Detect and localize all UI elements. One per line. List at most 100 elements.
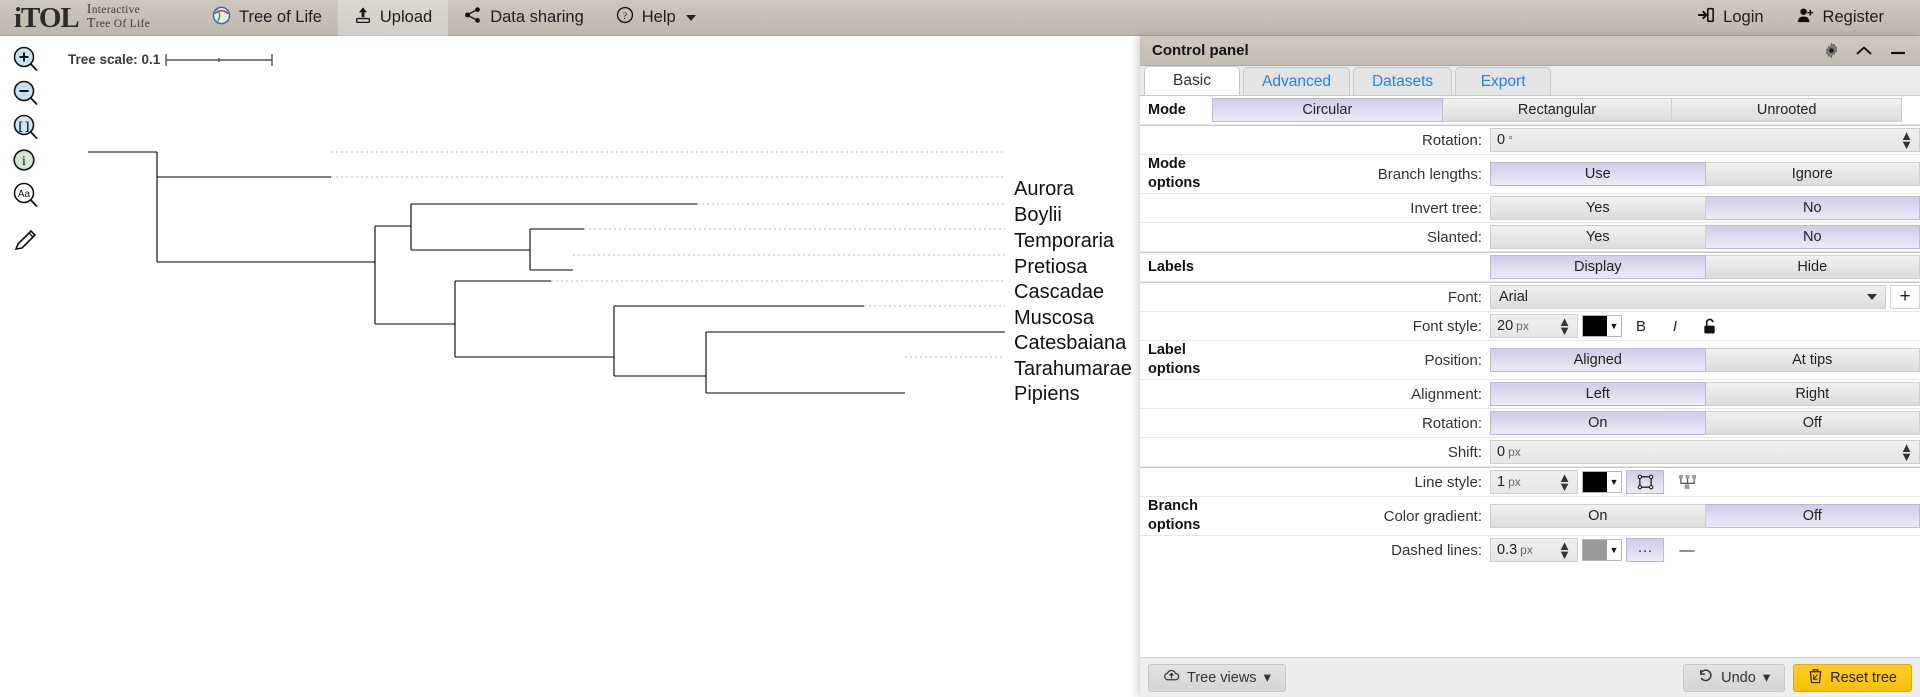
zoom-out-button[interactable] bbox=[8, 78, 44, 110]
label-font: Font: bbox=[1447, 288, 1482, 306]
edit-pencil-button[interactable] bbox=[8, 226, 44, 258]
tip-label-boylii[interactable]: Boylii bbox=[1014, 204, 1062, 227]
gear-icon[interactable] bbox=[1823, 42, 1840, 59]
font-size-value: 20 bbox=[1497, 318, 1514, 334]
label-shift: Shift: bbox=[1447, 443, 1482, 461]
label-rotation-on[interactable]: On bbox=[1490, 411, 1706, 435]
square-nodes-icon[interactable] bbox=[1626, 470, 1664, 494]
info-button[interactable]: i bbox=[8, 146, 44, 178]
line-width-input[interactable]: 1 px ▲ ▼ bbox=[1490, 470, 1578, 494]
mode-option-circular[interactable]: Circular bbox=[1212, 98, 1443, 122]
labels-display[interactable]: Display bbox=[1490, 255, 1706, 279]
line-width-stepper-icon[interactable]: ▲ ▼ bbox=[1558, 471, 1571, 493]
dashed-width-stepper-icon[interactable]: ▲ ▼ bbox=[1558, 539, 1571, 561]
itol-logo[interactable]: iTOL Interactive Tree Of Life bbox=[14, 3, 150, 33]
alignment-right[interactable]: Right bbox=[1705, 382, 1920, 406]
tab-export[interactable]: Export bbox=[1455, 67, 1552, 95]
dashed-width-value: 0.3 bbox=[1497, 542, 1518, 558]
tree-views-button[interactable]: Tree views ▾ bbox=[1148, 663, 1286, 692]
search-text-button[interactable]: Aa bbox=[8, 180, 44, 212]
labels-hide[interactable]: Hide bbox=[1705, 255, 1920, 279]
line-color-swatch[interactable]: ▼ bbox=[1582, 471, 1622, 493]
nav-item-help[interactable]: ? Help bbox=[600, 0, 712, 36]
color-gradient-on[interactable]: On bbox=[1490, 504, 1706, 528]
branch-lengths-use[interactable]: Use bbox=[1490, 162, 1706, 186]
undo-button[interactable]: Undo ▾ bbox=[1683, 663, 1786, 692]
login-label: Login bbox=[1723, 8, 1764, 26]
tip-label-muscosa[interactable]: Muscosa bbox=[1014, 307, 1094, 330]
nav-item-upload[interactable]: Upload bbox=[337, 0, 449, 36]
group-label-branch-options-line1: Branch bbox=[1148, 498, 1198, 514]
tree-svg bbox=[88, 54, 1005, 394]
italic-button[interactable]: I bbox=[1660, 314, 1690, 338]
mode-option-rectangular[interactable]: Rectangular bbox=[1442, 98, 1673, 122]
tip-label-pretiosa[interactable]: Pretiosa bbox=[1014, 256, 1087, 279]
tree-canvas[interactable]: Tree scale: 0.1 Aurora Boylii Temporaria… bbox=[0, 36, 1140, 697]
collapse-chevron-icon[interactable] bbox=[1854, 44, 1874, 58]
group-label-label-options-b bbox=[1140, 312, 1212, 340]
rotation-input[interactable]: 0 ° ▲ ▼ bbox=[1490, 128, 1920, 152]
row-slanted: Slanted: Yes No bbox=[1140, 223, 1920, 252]
dashed-width-input[interactable]: 0.3 px ▲ ▼ bbox=[1490, 538, 1578, 562]
branch-style-icon[interactable] bbox=[1668, 470, 1706, 494]
tab-advanced[interactable]: Advanced bbox=[1243, 67, 1350, 95]
branch-lengths-ignore[interactable]: Ignore bbox=[1705, 162, 1920, 186]
position-at-tips[interactable]: At tips bbox=[1705, 348, 1920, 372]
color-gradient-off[interactable]: Off bbox=[1705, 504, 1920, 528]
font-select[interactable]: Arial bbox=[1490, 285, 1886, 309]
control-panel-header-actions bbox=[1823, 42, 1908, 59]
add-font-button[interactable]: + bbox=[1890, 285, 1920, 309]
invert-tree-no[interactable]: No bbox=[1705, 196, 1920, 220]
svg-text:Aa: Aa bbox=[18, 189, 31, 200]
dots-icon[interactable]: ··· bbox=[1626, 538, 1664, 562]
minimize-icon[interactable] bbox=[1888, 44, 1908, 58]
rotation-stepper-icon[interactable]: ▲ ▼ bbox=[1900, 129, 1913, 151]
shift-stepper-icon[interactable]: ▲ ▼ bbox=[1900, 441, 1913, 463]
account-menu: Login Register bbox=[1681, 0, 1900, 36]
field-slanted: Yes No bbox=[1490, 223, 1920, 251]
tip-label-pipiens[interactable]: Pipiens bbox=[1014, 383, 1080, 406]
zoom-in-button[interactable] bbox=[8, 44, 44, 76]
label-labels-spacer bbox=[1212, 253, 1490, 281]
group-label-branch-options-line2: options bbox=[1148, 517, 1201, 533]
font-size-input[interactable]: 20 px ▲ ▼ bbox=[1490, 314, 1578, 338]
cloud-upload-icon bbox=[1163, 668, 1180, 687]
row-dashed-lines: Dashed lines: 0.3 px ▲ ▼ ▼ ··· — bbox=[1140, 536, 1920, 564]
lock-open-icon[interactable] bbox=[1694, 314, 1724, 338]
dash-icon[interactable]: — bbox=[1668, 538, 1706, 562]
slanted-yes[interactable]: Yes bbox=[1490, 225, 1706, 249]
position-aligned[interactable]: Aligned bbox=[1490, 348, 1706, 372]
label-rotation-off[interactable]: Off bbox=[1705, 411, 1920, 435]
login-button[interactable]: Login bbox=[1681, 0, 1779, 36]
reset-tree-button[interactable]: Reset tree bbox=[1793, 663, 1912, 692]
slanted-no[interactable]: No bbox=[1705, 225, 1920, 249]
register-button[interactable]: Register bbox=[1780, 0, 1900, 36]
shift-input[interactable]: 0 px ▲ ▼ bbox=[1490, 440, 1920, 464]
nav-item-data-sharing[interactable]: Data sharing bbox=[448, 0, 600, 36]
row-branch-lengths: Mode options Branch lengths: Use Ignore bbox=[1140, 155, 1920, 194]
fit-to-screen-button[interactable]: [ ] bbox=[8, 112, 44, 144]
chevron-down-icon: ▼ bbox=[1607, 472, 1621, 492]
tip-label-temporaria[interactable]: Temporaria bbox=[1014, 230, 1114, 253]
font-size-stepper-icon[interactable]: ▲ ▼ bbox=[1558, 315, 1571, 337]
font-color-swatch[interactable]: ▼ bbox=[1582, 315, 1622, 337]
chevron-down-icon: ▾ bbox=[1762, 669, 1771, 686]
nav-item-tree-of-life[interactable]: Tree of Life bbox=[196, 0, 338, 36]
mode-option-unrooted[interactable]: Unrooted bbox=[1672, 98, 1903, 122]
dashed-color-swatch[interactable]: ▼ bbox=[1582, 539, 1622, 561]
tab-datasets[interactable]: Datasets bbox=[1352, 67, 1453, 95]
tip-label-catesbaiana[interactable]: Catesbaiana bbox=[1014, 332, 1126, 355]
group-label-branch-options-a bbox=[1140, 468, 1212, 496]
alignment-left[interactable]: Left bbox=[1490, 382, 1706, 406]
invert-tree-yes[interactable]: Yes bbox=[1490, 196, 1706, 220]
tip-label-tarahumarae[interactable]: Tarahumarae bbox=[1014, 358, 1132, 381]
tab-basic[interactable]: Basic bbox=[1144, 66, 1240, 95]
bold-button[interactable]: B bbox=[1626, 314, 1656, 338]
chevron-down-icon bbox=[1867, 294, 1877, 300]
tip-label-aurora[interactable]: Aurora bbox=[1014, 178, 1074, 201]
tip-label-cascadae[interactable]: Cascadae bbox=[1014, 281, 1104, 304]
nav-label-upload: Upload bbox=[379, 8, 433, 26]
field-position: Aligned At tips bbox=[1490, 341, 1920, 379]
nav-label-help: Help bbox=[641, 8, 676, 26]
dashed-width-unit: px bbox=[1520, 543, 1533, 557]
